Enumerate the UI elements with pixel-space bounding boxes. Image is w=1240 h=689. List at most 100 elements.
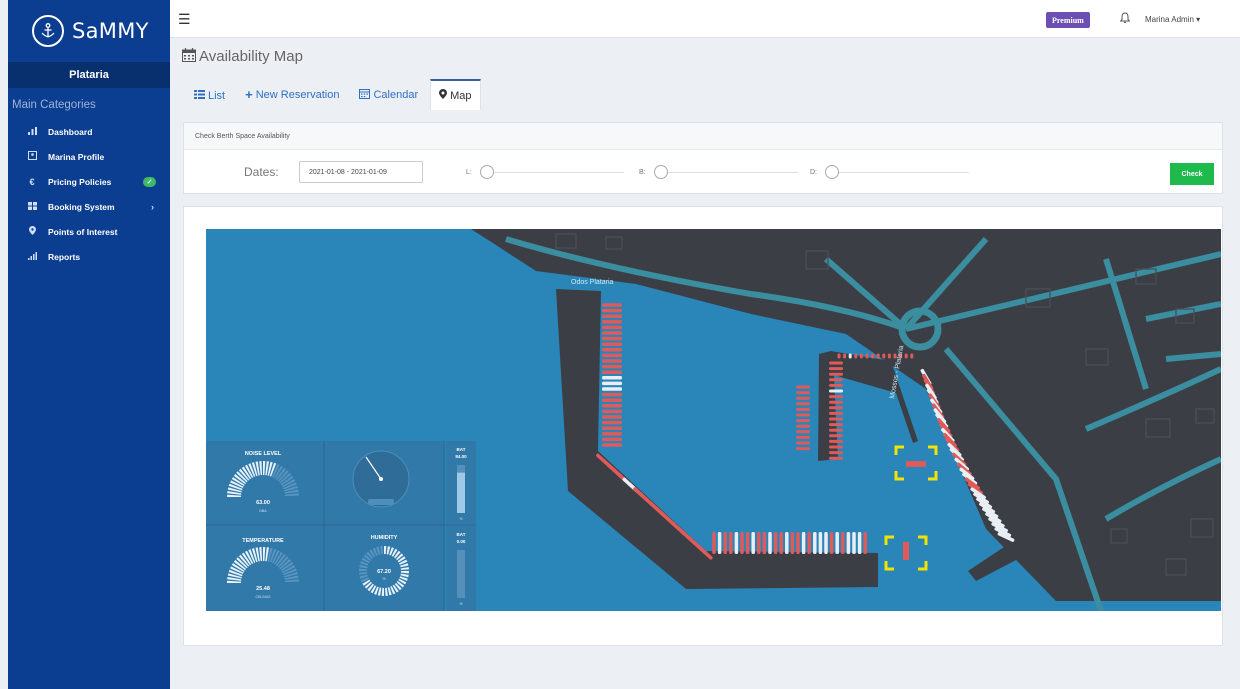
battery-1-fill — [457, 472, 465, 513]
length-slider[interactable]: L: — [466, 165, 624, 179]
slider-handle[interactable] — [825, 165, 839, 179]
berth — [757, 532, 761, 554]
berth — [829, 361, 843, 365]
map-canvas[interactable]: Odos Plataria Mossos - Plataria NOISE LE… — [206, 229, 1221, 611]
temperature-unit: CELSIUS — [256, 595, 272, 599]
battery-1-value: 84.00 — [455, 454, 467, 459]
berth — [796, 430, 810, 434]
berth — [829, 451, 843, 455]
berth — [801, 532, 806, 554]
berth — [734, 532, 739, 554]
page-title: Availability Map — [182, 48, 303, 65]
bell-icon[interactable] — [1119, 12, 1131, 26]
berth — [602, 420, 622, 425]
berth — [602, 320, 622, 324]
sidebar-item-points-of-interest[interactable]: Points of Interest — [8, 219, 170, 244]
berth — [852, 532, 856, 554]
berth — [602, 392, 622, 397]
berth — [829, 406, 843, 410]
battery-2-value: 0.00 — [457, 539, 466, 544]
berth — [779, 532, 783, 554]
berth — [602, 314, 622, 318]
user-name: Marina Admin — [1145, 15, 1194, 24]
map-pin-icon — [26, 226, 38, 237]
beam-slider[interactable]: B: — [639, 165, 798, 179]
berth — [796, 407, 810, 411]
berth — [829, 383, 843, 387]
availability-panel: Check Berth Space Availability Dates: L:… — [183, 122, 1223, 194]
berth — [796, 441, 810, 445]
berth — [796, 447, 810, 451]
berth — [768, 532, 772, 554]
app-logo[interactable]: SaMMY — [8, 0, 170, 62]
berth — [824, 532, 828, 554]
berth — [602, 376, 622, 380]
boat-marker — [903, 542, 909, 560]
sidebar-item-reports[interactable]: Reports — [8, 244, 170, 269]
draft-slider[interactable]: D: — [810, 165, 969, 179]
categories-title: Main Categories — [12, 99, 96, 111]
berth — [796, 391, 810, 395]
berth — [785, 532, 789, 554]
slider-track[interactable] — [839, 171, 969, 173]
berth — [829, 423, 843, 427]
berth — [602, 348, 622, 352]
berth — [602, 415, 622, 419]
anchor-icon — [32, 15, 64, 47]
sidebar-item-pricing-policies[interactable]: € Pricing Policies ✓ — [8, 169, 170, 194]
slider-track[interactable] — [493, 171, 624, 173]
chevron-right-icon: › — [151, 201, 154, 212]
sidebar-item-dashboard[interactable]: Dashboard — [8, 119, 170, 144]
berth — [796, 424, 810, 428]
sidebar-item-marina-profile[interactable]: Marina Profile — [8, 144, 170, 169]
tab-new-reservation[interactable]: + New Reservation — [237, 87, 347, 110]
tab-map[interactable]: Map — [430, 79, 481, 110]
tab-list[interactable]: List — [186, 90, 233, 110]
topbar: ☰ Premium Marina Admin ▾ — [170, 0, 1240, 38]
berth — [796, 419, 810, 423]
tab-label: List — [208, 90, 226, 102]
berth — [602, 426, 622, 430]
slider-track[interactable] — [667, 171, 798, 173]
sidebar-item-booking-system[interactable]: Booking System › — [8, 194, 170, 219]
street-label: Odos Plataria — [571, 279, 614, 286]
berth — [829, 411, 843, 415]
temperature-value: 25.48 — [256, 586, 270, 592]
list-icon — [194, 90, 205, 102]
calendar-icon — [359, 88, 371, 102]
sidebar-item-label: Dashboard — [48, 126, 93, 137]
slider-handle[interactable] — [479, 165, 494, 179]
berth — [602, 409, 622, 414]
sensor-panel-bg — [206, 441, 444, 611]
berth — [602, 336, 622, 341]
berth — [790, 532, 795, 554]
berth — [829, 434, 843, 438]
berth — [863, 532, 867, 554]
tab-label: Calendar — [373, 89, 419, 101]
berth — [602, 398, 622, 402]
berth — [751, 532, 755, 554]
berth — [865, 353, 869, 359]
plus-icon: + — [245, 87, 253, 102]
humidity-unit: % — [382, 577, 385, 581]
tab-calendar[interactable]: Calendar — [351, 88, 426, 110]
check-button[interactable]: Check — [1170, 163, 1214, 185]
berth — [837, 353, 841, 359]
berth — [910, 353, 914, 359]
berth — [829, 445, 843, 449]
marina-map[interactable]: Odos Plataria Mossos - Plataria NOISE LE… — [206, 229, 1221, 611]
menu-toggle-icon[interactable]: ☰ — [178, 11, 191, 28]
berth — [829, 456, 843, 460]
sidebar-item-label: Booking System — [48, 201, 115, 212]
slider-label: L: — [466, 168, 472, 176]
dates-input[interactable] — [299, 161, 423, 183]
slider-handle[interactable] — [653, 165, 668, 179]
sidebar-item-label: Marina Profile — [48, 151, 105, 162]
berth — [602, 364, 622, 369]
noise-value: 63.00 — [256, 500, 270, 506]
caret-down-icon: ▾ — [1196, 15, 1201, 24]
berth — [857, 532, 862, 554]
berth — [854, 353, 858, 359]
user-menu[interactable]: Marina Admin ▾ — [1145, 15, 1200, 24]
berth — [745, 532, 750, 554]
